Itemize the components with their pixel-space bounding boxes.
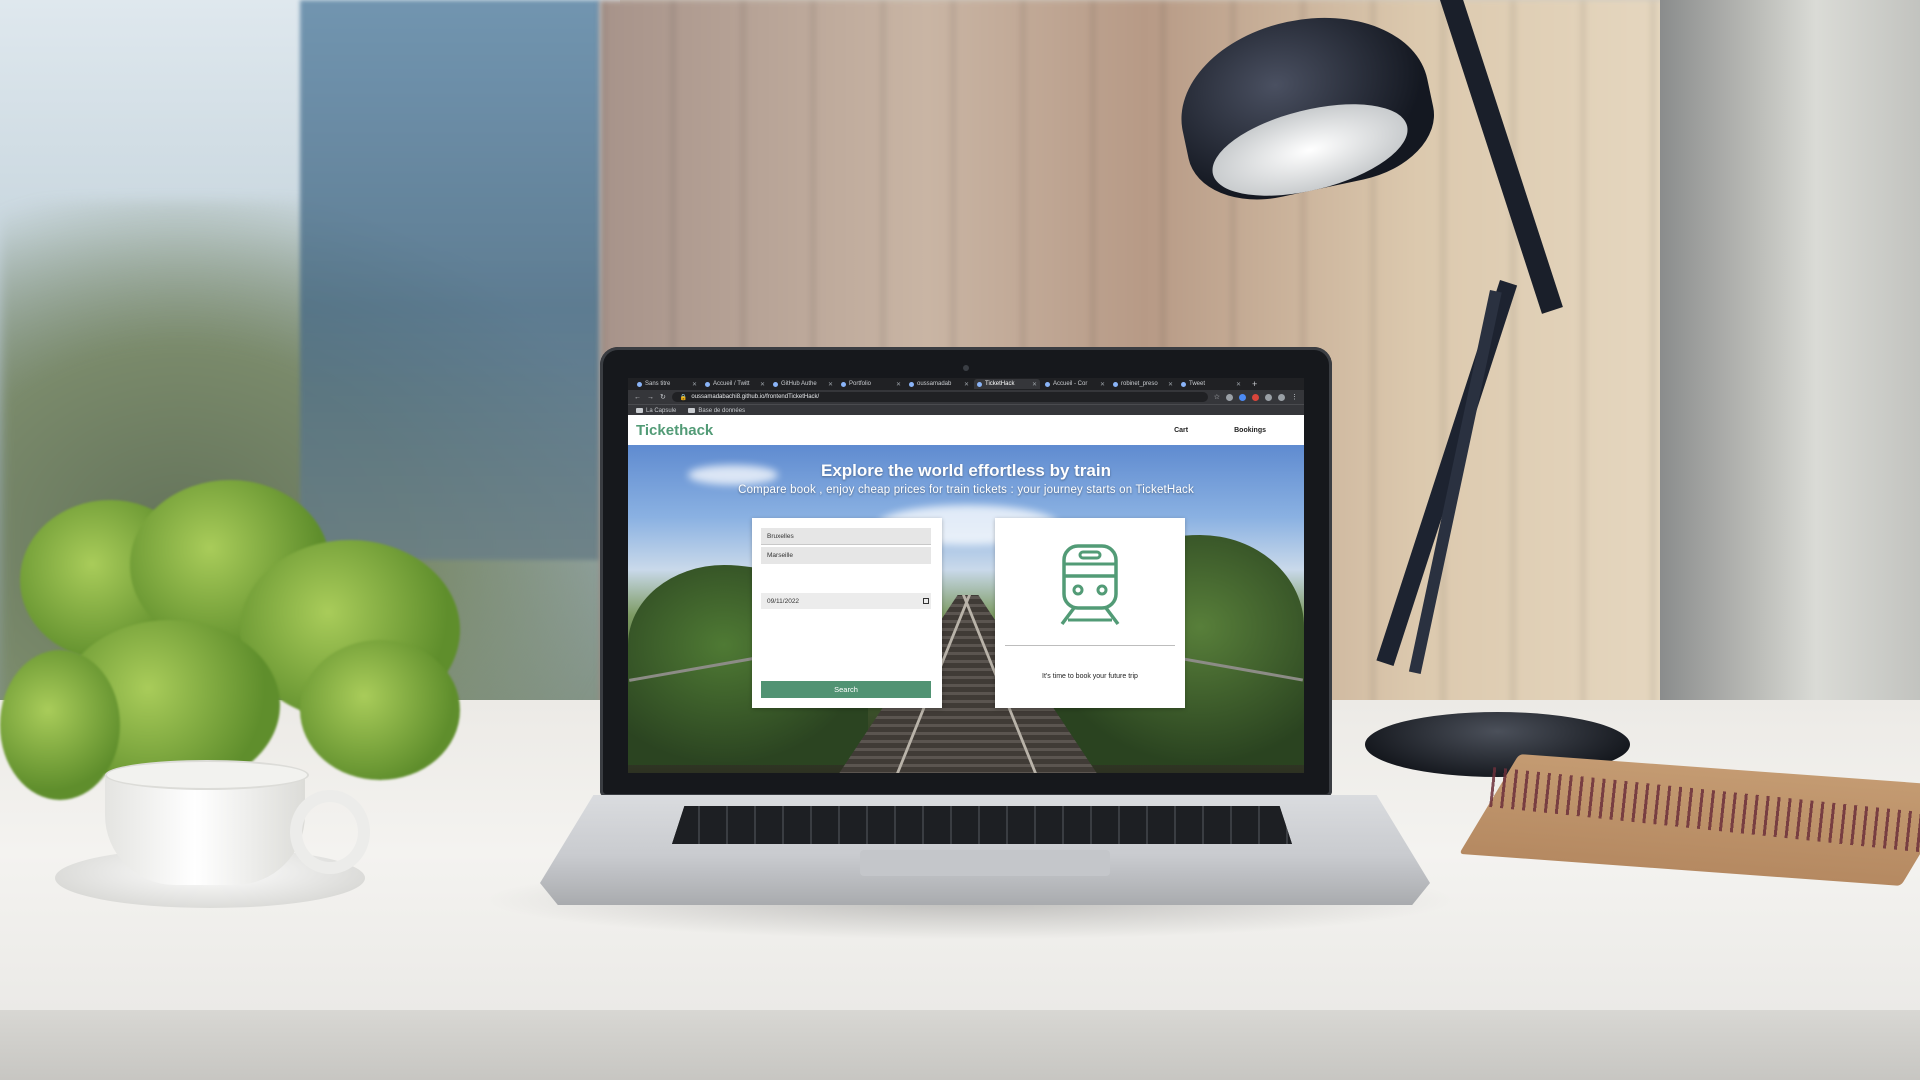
extension-icon[interactable] bbox=[1252, 393, 1259, 401]
site-logo[interactable]: Tickethack bbox=[636, 422, 713, 439]
close-icon[interactable]: ✕ bbox=[828, 381, 833, 388]
reload-icon[interactable]: ↻ bbox=[660, 393, 666, 401]
close-icon[interactable]: ✕ bbox=[896, 381, 901, 388]
browser-tab[interactable]: Tweet ✕ bbox=[1178, 379, 1244, 389]
search-card: Search bbox=[752, 518, 942, 708]
laptop-screen: Sans titre ✕ Accueil / Twitt ✕ GitHub Auth… bbox=[628, 378, 1304, 773]
browser-tab-active[interactable]: TicketHack ✕ bbox=[974, 379, 1040, 389]
folder-icon bbox=[636, 408, 643, 413]
window-frame bbox=[1660, 0, 1920, 720]
close-icon[interactable]: ✕ bbox=[964, 381, 969, 388]
close-icon[interactable]: ✕ bbox=[1168, 381, 1173, 388]
more-menu-icon[interactable]: ⋮ bbox=[1291, 393, 1298, 401]
hero-section: Explore the world effortless by train Co… bbox=[628, 445, 1304, 773]
profile-avatar-icon[interactable] bbox=[1278, 393, 1285, 401]
back-arrow-icon[interactable]: ← bbox=[634, 394, 641, 401]
close-icon[interactable]: ✕ bbox=[1032, 381, 1037, 388]
train-icon bbox=[1060, 544, 1120, 626]
blurred-building bbox=[300, 0, 600, 560]
nav-cart-link[interactable]: Cart bbox=[1174, 427, 1188, 434]
star-icon[interactable]: ☆ bbox=[1214, 393, 1220, 401]
browser-toolbar: ← → ↻ 🔒 oussamadabachi8.github.io/fronte… bbox=[628, 390, 1304, 404]
site-header: Tickethack Cart Bookings bbox=[628, 415, 1304, 445]
webcam bbox=[963, 365, 969, 371]
extension-icon[interactable] bbox=[1226, 393, 1233, 401]
tab-favicon-icon bbox=[773, 381, 778, 387]
keyboard bbox=[672, 806, 1292, 844]
calendar-icon[interactable] bbox=[923, 598, 929, 604]
close-icon[interactable]: ✕ bbox=[1236, 381, 1241, 388]
nav-bookings-link[interactable]: Bookings bbox=[1234, 427, 1266, 434]
tab-favicon-icon bbox=[1045, 381, 1050, 387]
browser-tab[interactable]: Sans titre ✕ bbox=[634, 379, 700, 389]
forward-arrow-icon[interactable]: → bbox=[647, 394, 654, 401]
result-message: It's time to book your future trip bbox=[1042, 673, 1138, 680]
tab-favicon-icon bbox=[977, 381, 982, 387]
tab-favicon-icon bbox=[841, 381, 846, 387]
result-divider bbox=[1005, 645, 1175, 646]
tab-favicon-icon bbox=[705, 381, 710, 387]
search-button[interactable]: Search bbox=[761, 681, 931, 698]
bookmark-item[interactable]: La Capsule bbox=[636, 408, 676, 414]
address-url: oussamadabachi8.github.io/frontendTicket… bbox=[691, 394, 820, 400]
departure-input[interactable] bbox=[761, 528, 931, 545]
browser-tab-bar: Sans titre ✕ Accueil / Twitt ✕ GitHub Auth… bbox=[628, 378, 1304, 390]
result-card: It's time to book your future trip bbox=[995, 518, 1185, 708]
new-tab-plus-icon[interactable]: + bbox=[1252, 379, 1257, 389]
browser-tab[interactable]: Accueil / Twitt ✕ bbox=[702, 379, 768, 389]
arrival-input[interactable] bbox=[761, 547, 931, 564]
browser-tab[interactable]: robinet_preso ✕ bbox=[1110, 379, 1176, 389]
lock-icon: 🔒 bbox=[679, 394, 688, 401]
folder-icon bbox=[688, 408, 696, 413]
extension-icon[interactable] bbox=[1239, 393, 1246, 401]
browser-tab[interactable]: oussamadab ✕ bbox=[906, 379, 972, 389]
hero-subtitle: Compare book , enjoy cheap prices for tr… bbox=[738, 484, 1194, 496]
address-bar[interactable]: 🔒 oussamadabachi8.github.io/frontendTick… bbox=[671, 392, 1208, 402]
browser-tab[interactable]: Accueil - Cor ✕ bbox=[1042, 379, 1108, 389]
browser-tab[interactable]: GitHub Authe ✕ bbox=[770, 379, 836, 389]
bookmark-item[interactable]: Base de données bbox=[688, 408, 745, 414]
date-input[interactable] bbox=[761, 593, 931, 609]
extension-icon[interactable] bbox=[1265, 393, 1272, 401]
trackpad bbox=[860, 850, 1110, 876]
close-icon[interactable]: ✕ bbox=[1100, 381, 1105, 388]
tab-favicon-icon bbox=[637, 381, 642, 387]
close-icon[interactable]: ✕ bbox=[760, 381, 765, 388]
browser-tab[interactable]: Portfolio ✕ bbox=[838, 379, 904, 389]
hero-title: Explore the world effortless by train bbox=[820, 461, 1111, 480]
cup-rim bbox=[105, 760, 309, 790]
desk-edge bbox=[0, 1010, 1920, 1080]
cup-handle bbox=[290, 790, 370, 874]
tab-favicon-icon bbox=[1181, 381, 1186, 387]
site-nav: Cart Bookings bbox=[1174, 427, 1266, 434]
tab-favicon-icon bbox=[1113, 381, 1118, 387]
github-icon bbox=[909, 381, 914, 387]
close-icon[interactable]: ✕ bbox=[692, 381, 697, 388]
